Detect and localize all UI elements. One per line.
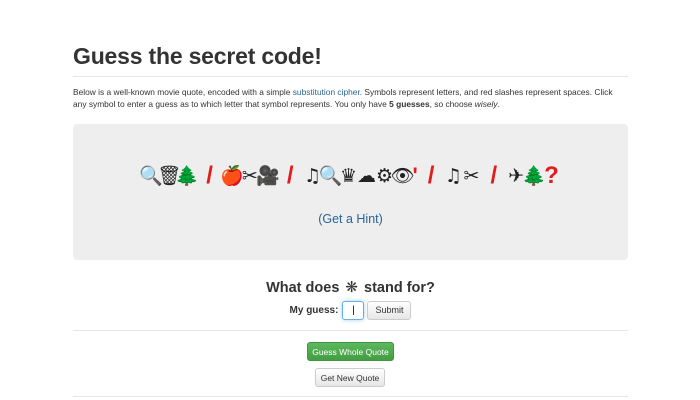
cipher-word: ✈ 🌲? bbox=[507, 162, 559, 190]
guess-whole-quote-button[interactable]: Guess Whole Quote bbox=[307, 342, 394, 361]
intro-text-1: Below is a well-known movie quote, encod… bbox=[73, 87, 293, 97]
space-slash: / bbox=[286, 162, 294, 189]
get-hint-link[interactable]: (Get a Hint) bbox=[73, 212, 628, 226]
cipher-word: ♫ 🔍 ♛ ☁ ⚙ 👁 ' bbox=[304, 163, 418, 189]
guess-label: My guess: bbox=[289, 304, 339, 316]
intro-emphasis: wisely bbox=[474, 98, 498, 109]
scissors-icon[interactable]: ✂ bbox=[462, 164, 480, 188]
question-heading: What does ❋ stand for? bbox=[73, 278, 628, 296]
cipher-word: 🍎 ✂ 🎥 bbox=[220, 164, 280, 188]
question-suffix: stand for? bbox=[364, 280, 435, 296]
space-slash: / bbox=[206, 162, 213, 189]
cipher-quote: 🔍 🗑 🌲 / 🍎 ✂ 🎥 / ♫ 🔍 ♛ ☁ ⚙ 👁 ' / ♫ ✂ / ✈ 🌲? bbox=[73, 162, 628, 190]
intro-guess-count: 5 guesses bbox=[389, 98, 430, 109]
intro-text-4: . bbox=[497, 98, 500, 109]
eye-icon[interactable]: 👁 bbox=[390, 164, 414, 188]
tree-icon[interactable]: 🌲 bbox=[522, 164, 546, 188]
substitution-cipher-link[interactable]: substitution cipher bbox=[293, 87, 360, 97]
cipher-word: ♫ ✂ bbox=[444, 164, 480, 188]
guess-input[interactable] bbox=[342, 300, 365, 320]
submit-button[interactable]: Submit bbox=[367, 300, 412, 320]
tree-icon[interactable]: 🌲 bbox=[175, 164, 199, 188]
apple-icon[interactable]: 🍎 bbox=[220, 164, 244, 188]
section-divider bbox=[73, 330, 628, 331]
cipher-panel: 🔍 🗑 🌲 / 🍎 ✂ 🎥 / ♫ 🔍 ♛ ☁ ⚙ 👁 ' / ♫ ✂ / ✈ 🌲? (Get a Hint) bbox=[73, 124, 628, 260]
apostrophe: ' bbox=[412, 163, 418, 188]
intro-paragraph: Below is a well-known movie quote, encod… bbox=[73, 87, 628, 110]
music-note-icon[interactable]: ♫ bbox=[444, 164, 462, 188]
space-slash: / bbox=[427, 162, 435, 189]
cipher-word: 🔍 🗑 🌲 bbox=[139, 164, 199, 188]
video-camera-icon[interactable]: 🎥 bbox=[256, 164, 280, 188]
bottom-divider bbox=[73, 396, 628, 397]
asterisk-symbol-icon: ❋ bbox=[345, 278, 358, 296]
question-prefix: What does bbox=[266, 280, 340, 296]
question-mark: ? bbox=[544, 162, 559, 189]
page-title: Guess the secret code! bbox=[73, 43, 322, 69]
get-new-quote-button[interactable]: Get New Quote bbox=[315, 368, 385, 387]
intro-text-3: , so choose bbox=[429, 98, 475, 109]
title-divider bbox=[73, 76, 628, 77]
crown-icon[interactable]: ♛ bbox=[340, 164, 358, 188]
guess-form: My guess: Submit bbox=[73, 298, 628, 322]
space-slash: / bbox=[490, 162, 498, 189]
magnifier-icon[interactable]: 🔍 bbox=[319, 164, 343, 188]
cloud-icon[interactable]: ☁ bbox=[357, 164, 376, 188]
